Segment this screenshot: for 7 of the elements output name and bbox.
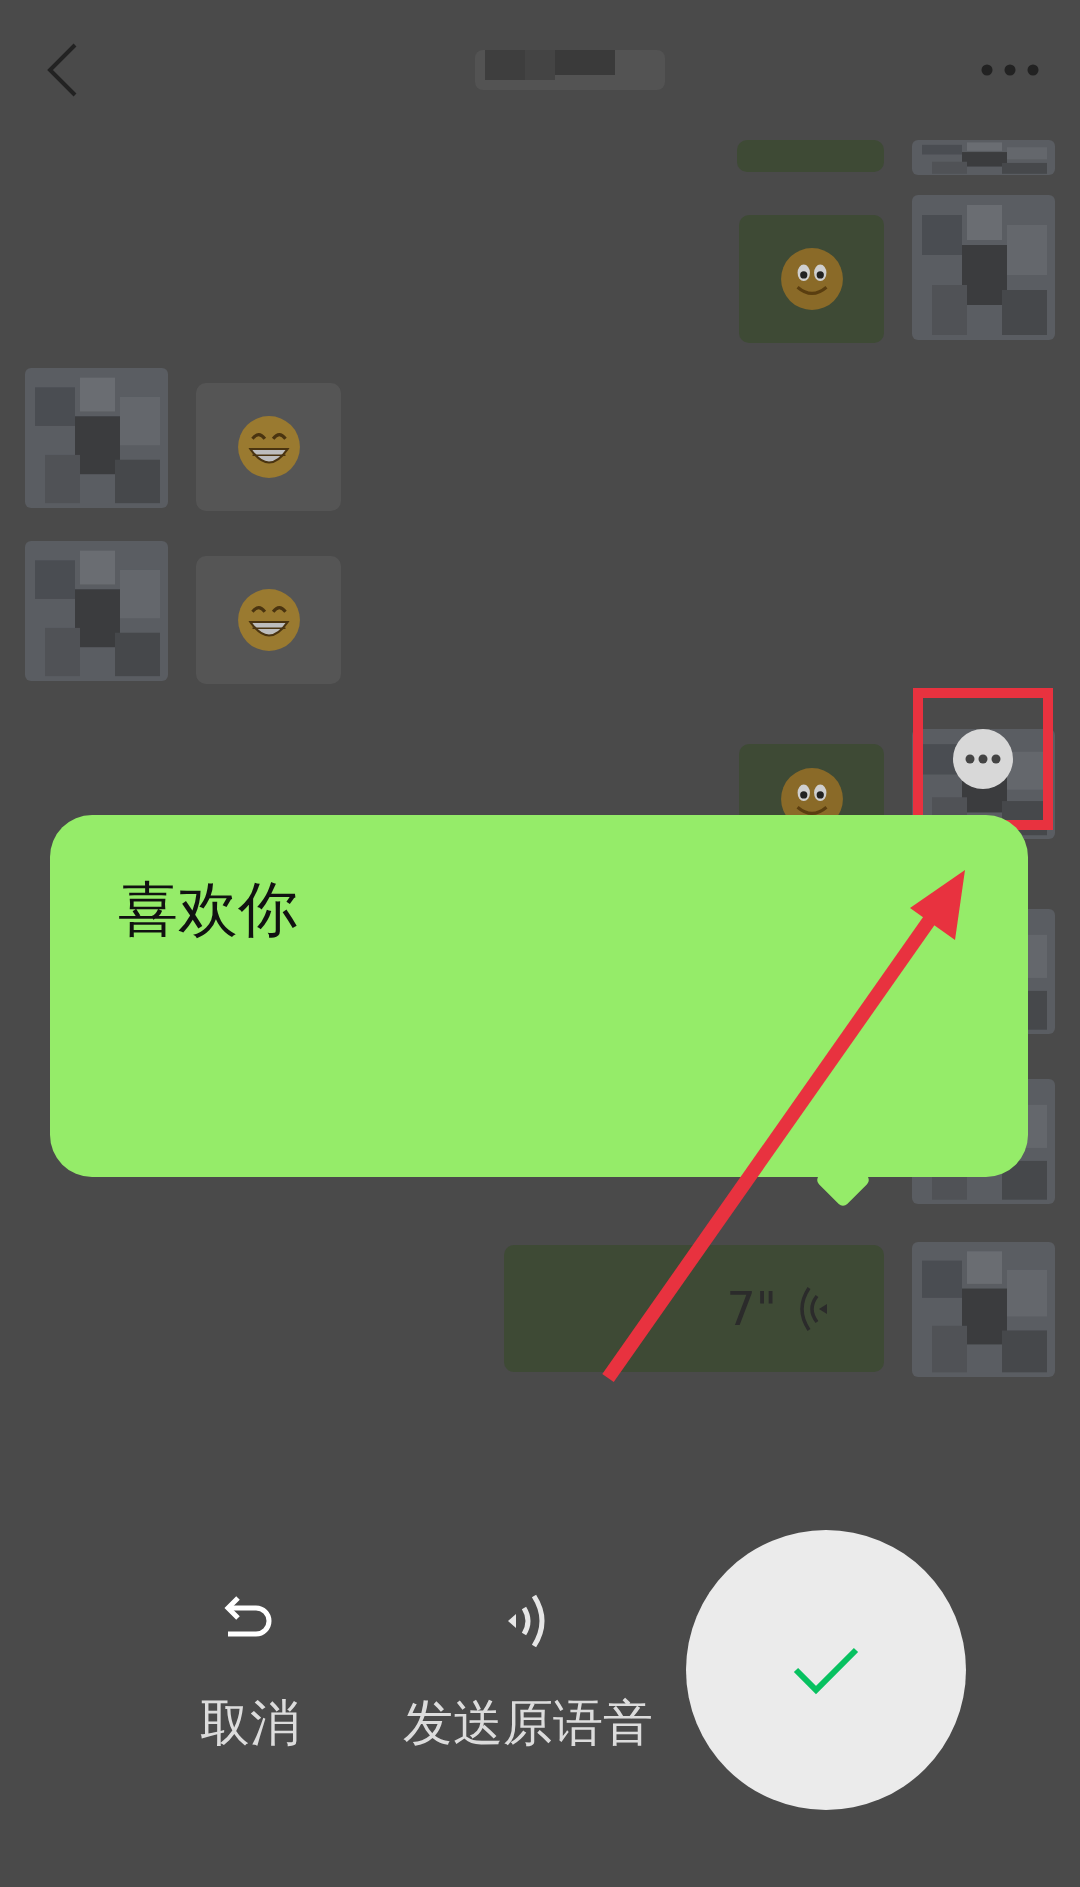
- transcription-text: 喜欢你: [118, 874, 298, 944]
- send-voice-button[interactable]: 发送原语音: [403, 1590, 653, 1757]
- grinning-face-icon: [235, 414, 302, 480]
- more-icon[interactable]: [952, 728, 1014, 790]
- smiley-icon: [778, 246, 845, 312]
- cancel-button[interactable]: 取消: [200, 1590, 300, 1757]
- grinning-face-icon: [235, 587, 302, 653]
